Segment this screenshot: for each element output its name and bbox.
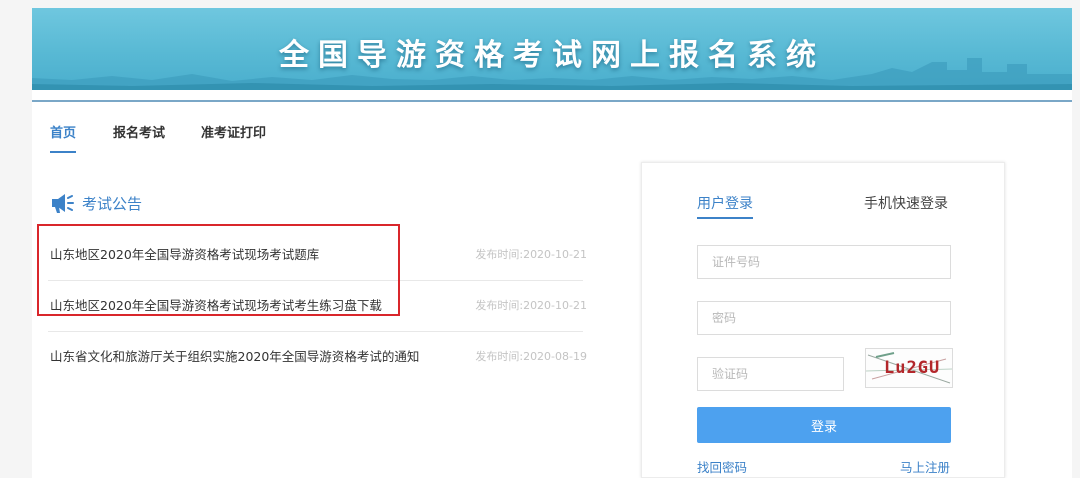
notice-item: 山东省文化和旅游厅关于组织实施2020年全国导游资格考试的通知 发布时间:202… [48, 332, 587, 382]
notice-section-title: 考试公告 [82, 195, 143, 213]
nav-register-exam[interactable]: 报名考试 [113, 122, 165, 151]
notice-date: 发布时间:2020-10-21 [475, 299, 587, 312]
tab-user-login[interactable]: 用户登录 [697, 193, 753, 219]
nav-home[interactable]: 首页 [50, 122, 77, 153]
login-button[interactable]: 登录 [697, 407, 951, 443]
password-input[interactable] [697, 301, 951, 335]
banner-title: 全国导游资格考试网上报名系统 [279, 38, 825, 73]
nav-admission-ticket-print[interactable]: 准考证打印 [201, 122, 266, 151]
megaphone-icon [52, 194, 74, 213]
tab-mobile-quick-login[interactable]: 手机快速登录 [864, 193, 948, 213]
login-panel: 用户登录 手机快速登录 Lu2GU 登录 找回密码 马上注册 [641, 162, 1005, 478]
highlight-annotation-box [37, 224, 400, 316]
forgot-password-link[interactable]: 找回密码 [697, 457, 747, 476]
captcha-text: Lu2GU [884, 358, 941, 378]
id-number-input[interactable] [697, 245, 951, 279]
captcha-image[interactable]: Lu2GU [865, 348, 953, 388]
page: 全国导游资格考试网上报名系统 首页 报名考试 准考证打印 考试公告 山东地区20… [32, 8, 1072, 478]
captcha-input[interactable] [697, 357, 844, 391]
notice-title-link[interactable]: 山东省文化和旅游厅关于组织实施2020年全国导游资格考试的通知 [50, 346, 419, 365]
notice-date: 发布时间:2020-10-21 [475, 248, 587, 261]
banner-divider [32, 100, 1072, 102]
notice-date: 发布时间:2020-08-19 [475, 350, 587, 363]
register-link[interactable]: 马上注册 [900, 457, 950, 476]
header-banner: 全国导游资格考试网上报名系统 [32, 8, 1072, 90]
